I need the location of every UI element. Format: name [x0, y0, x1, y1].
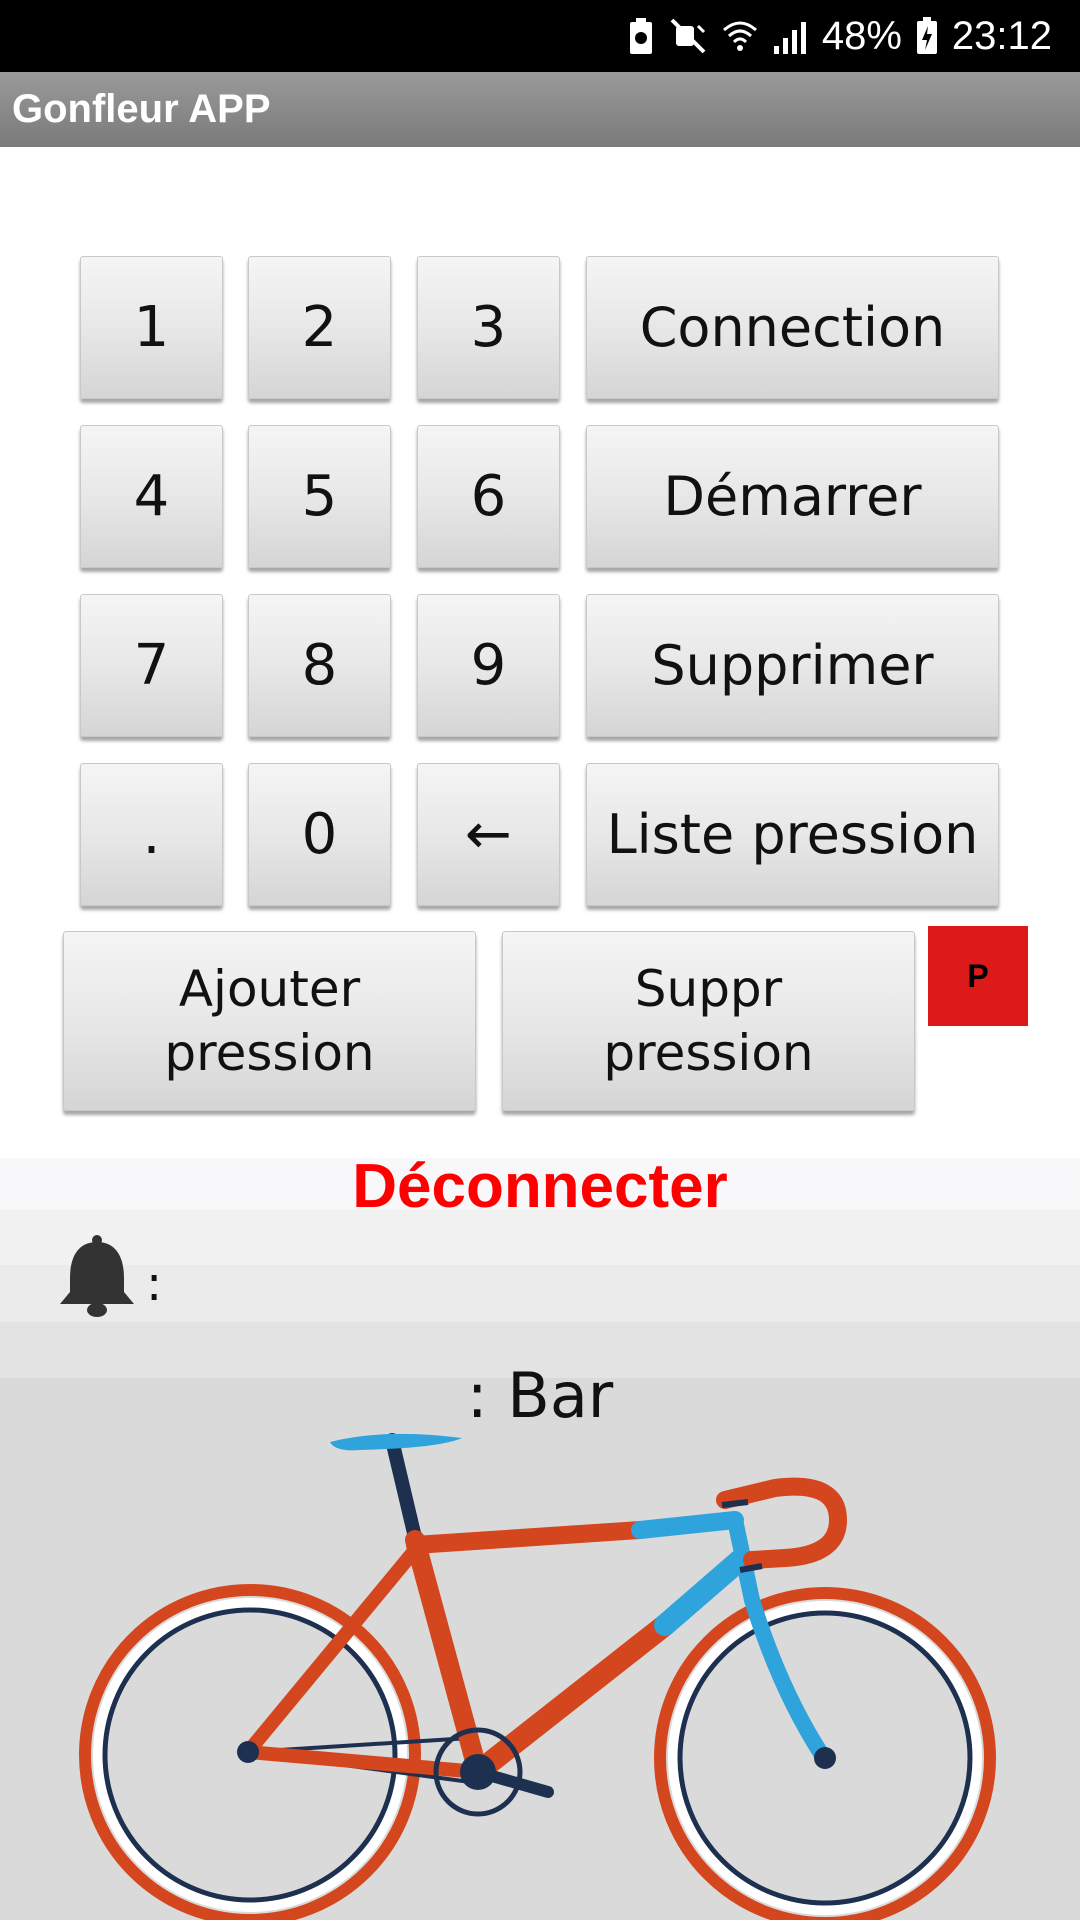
start-button[interactable]: Démarrer	[586, 425, 999, 568]
battery-charging-icon	[916, 16, 938, 56]
status-bar: 48% 23:12	[0, 0, 1080, 72]
status-bar-icons: 48% 23:12	[628, 0, 1052, 72]
key-5[interactable]: 5	[248, 425, 391, 568]
add-pressure-button[interactable]: Ajouter pression	[63, 931, 476, 1111]
backspace-button[interactable]: ←	[417, 763, 560, 906]
connection-button[interactable]: Connection	[586, 256, 999, 399]
bell-icon	[52, 1232, 142, 1322]
key-9[interactable]: 9	[417, 594, 560, 737]
pressure-list-button[interactable]: Liste pression	[586, 763, 999, 906]
key-0[interactable]: 0	[248, 763, 391, 906]
battery-saver-icon	[628, 16, 654, 56]
key-2[interactable]: 2	[248, 256, 391, 399]
add-pressure-label-line1: Ajouter	[178, 960, 361, 1018]
key-3[interactable]: 3	[417, 256, 560, 399]
alert-row: :	[52, 1232, 162, 1322]
bicycle-icon	[79, 1433, 996, 1920]
add-pressure-label-line2: pression	[164, 1024, 375, 1082]
app-bar: Gonfleur APP	[0, 72, 1080, 147]
key-decimal[interactable]: .	[80, 763, 223, 906]
app-title: Gonfleur APP	[12, 87, 271, 131]
disconnect-status[interactable]: Déconnecter	[0, 1152, 1080, 1222]
remove-pressure-button[interactable]: Suppr pression	[502, 931, 915, 1111]
mute-icon	[668, 16, 708, 56]
remove-pressure-label-line1: Suppr	[634, 960, 783, 1018]
clock: 23:12	[951, 13, 1052, 58]
battery-percent: 48%	[821, 13, 902, 58]
signal-icon	[772, 16, 808, 56]
key-1[interactable]: 1	[80, 256, 223, 399]
key-7[interactable]: 7	[80, 594, 223, 737]
key-4[interactable]: 4	[80, 425, 223, 568]
delete-button[interactable]: Supprimer	[586, 594, 999, 737]
key-6[interactable]: 6	[417, 425, 560, 568]
p-badge-button[interactable]: P	[928, 926, 1028, 1026]
remove-pressure-label-line2: pression	[603, 1024, 814, 1082]
wifi-icon	[722, 16, 758, 56]
key-8[interactable]: 8	[248, 594, 391, 737]
alert-value: :	[146, 1256, 163, 1312]
